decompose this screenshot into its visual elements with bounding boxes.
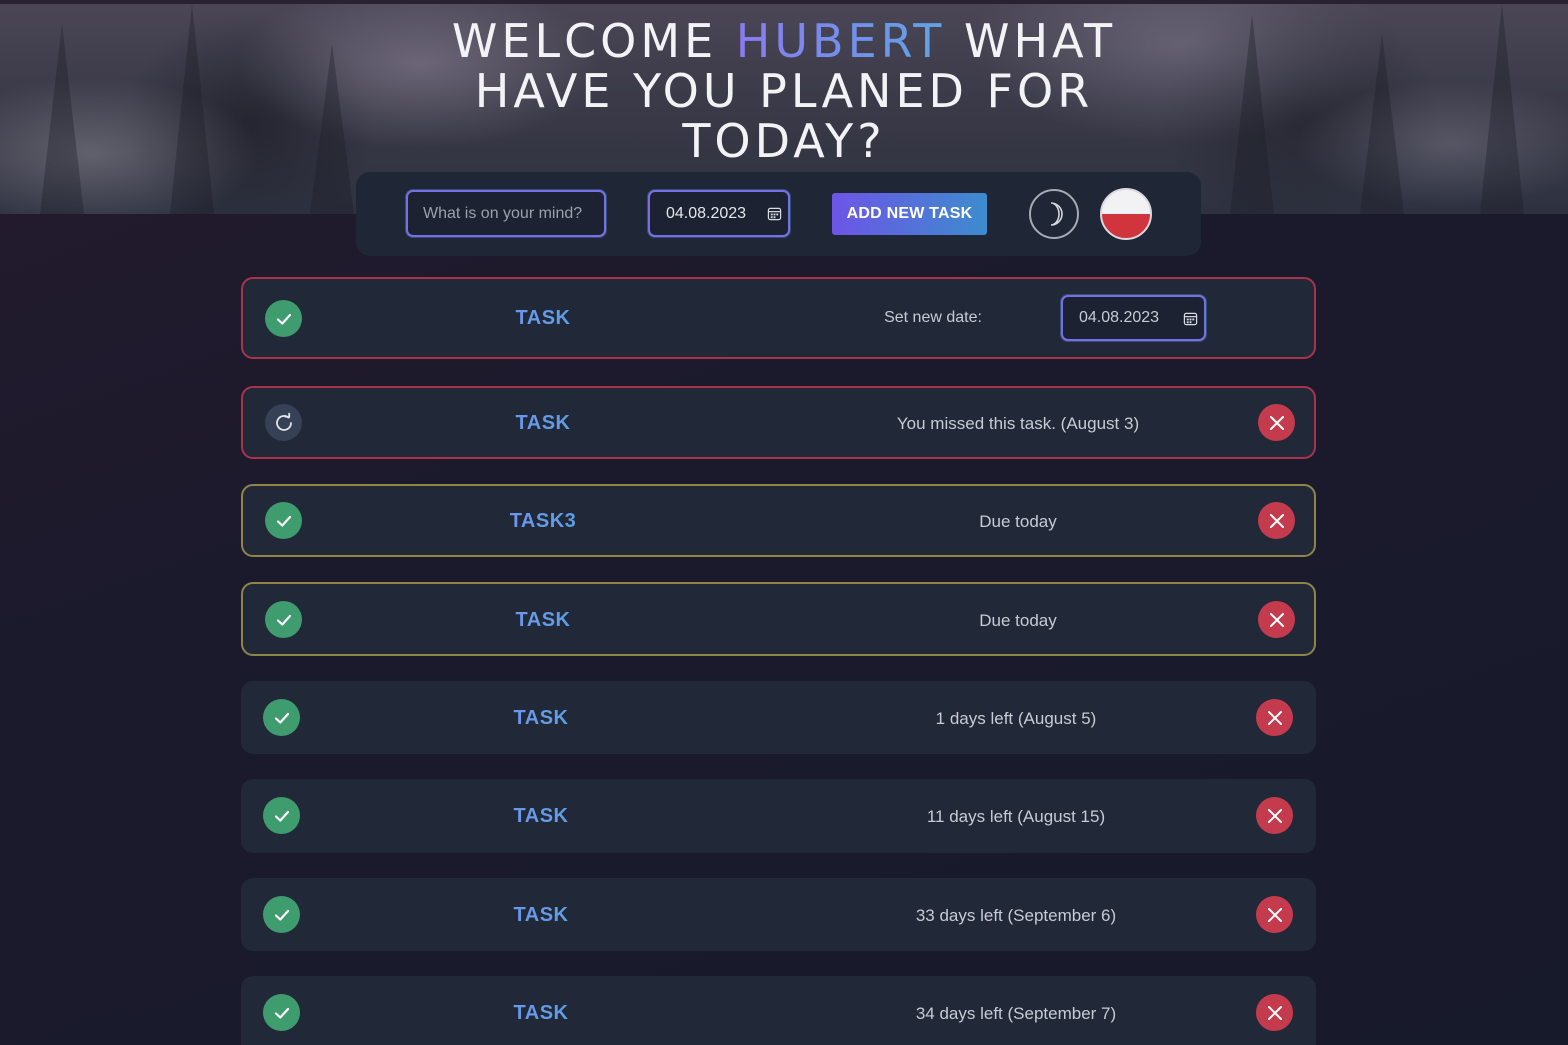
task-row: TASK 33 days left (September 6) — [241, 878, 1316, 951]
check-icon — [276, 313, 291, 325]
delete-task-button[interactable] — [1258, 404, 1295, 441]
moon-icon — [1050, 202, 1063, 226]
new-task-toolbar: What is on your mind? 04.08.2023 ADD NEW… — [356, 172, 1201, 256]
task-row: TASK 34 days left (September 7) — [241, 976, 1316, 1045]
user-name: HUBERT — [735, 14, 946, 68]
close-icon — [1269, 612, 1284, 627]
task-row: TASK 1 days left (August 5) — [241, 681, 1316, 754]
page-title: WELCOME HUBERT WHAT HAVE YOU PLANED FOR … — [0, 16, 1568, 166]
task-name: TASK — [441, 805, 641, 828]
title-line-1: WELCOME HUBERT WHAT — [451, 14, 1117, 68]
reschedule-task-button[interactable] — [265, 404, 302, 441]
task-row: TASK Due today — [241, 582, 1316, 656]
task-row: TASK 11 days left (August 15) — [241, 779, 1316, 853]
close-icon — [1267, 907, 1282, 922]
check-icon — [274, 909, 289, 921]
task-status: Due today — [979, 512, 1057, 531]
theme-toggle-button[interactable] — [1029, 189, 1079, 239]
title-line-2: HAVE YOU PLANED FOR — [474, 64, 1094, 118]
complete-task-button[interactable] — [263, 994, 300, 1031]
close-icon — [1267, 1005, 1282, 1020]
complete-task-button[interactable] — [265, 300, 302, 337]
title-line-3: TODAY? — [682, 114, 886, 168]
complete-task-button[interactable] — [265, 601, 302, 638]
close-icon — [1269, 513, 1284, 528]
task-name: TASK — [441, 1002, 641, 1025]
calendar-icon[interactable] — [767, 206, 782, 221]
task-name: TASK — [443, 609, 643, 632]
close-icon — [1267, 710, 1282, 725]
task-name: TASK — [443, 307, 643, 330]
task-name: TASK — [441, 707, 641, 730]
new-date-value: 04.08.2023 — [1079, 309, 1160, 326]
delete-task-button[interactable] — [1256, 994, 1293, 1031]
task-status: 34 days left (September 7) — [915, 1004, 1117, 1023]
check-icon — [276, 614, 291, 626]
date-input[interactable]: 04.08.2023 — [648, 190, 790, 237]
task-input[interactable]: What is on your mind? — [406, 190, 606, 237]
task-name: TASK — [443, 412, 643, 435]
add-new-task-button[interactable]: ADD NEW TASK — [832, 193, 987, 235]
check-icon — [274, 1007, 289, 1019]
task-name: TASK — [441, 904, 641, 927]
task-status: 1 days left (August 5) — [935, 709, 1097, 728]
complete-task-button[interactable] — [265, 502, 302, 539]
task-row: TASK3 Due today — [241, 484, 1316, 557]
set-new-date-label: Set new date: — [884, 309, 982, 326]
task-name: TASK3 — [443, 510, 643, 533]
refresh-icon — [275, 412, 292, 431]
calendar-icon[interactable] — [1183, 311, 1198, 326]
task-status: You missed this task. (August 3) — [896, 414, 1140, 433]
close-icon — [1269, 415, 1284, 430]
new-date-input[interactable]: 04.08.2023 — [1061, 295, 1206, 341]
task-status: 33 days left (September 6) — [915, 906, 1117, 925]
language-switch-button[interactable] — [1100, 188, 1152, 240]
delete-task-button[interactable] — [1256, 797, 1293, 834]
task-status: Due today — [979, 611, 1057, 630]
complete-task-button[interactable] — [263, 797, 300, 834]
check-icon — [274, 810, 289, 822]
date-input-value: 04.08.2023 — [666, 204, 747, 222]
task-status: 11 days left (August 15) — [926, 807, 1106, 826]
check-icon — [274, 712, 289, 724]
complete-task-button[interactable] — [263, 896, 300, 933]
check-icon — [276, 515, 291, 527]
task-row: TASK Set new date: 04.08.2023 — [241, 277, 1316, 359]
task-row: TASK You missed this task. (August 3) — [241, 386, 1316, 459]
delete-task-button[interactable] — [1256, 896, 1293, 933]
complete-task-button[interactable] — [263, 699, 300, 736]
delete-task-button[interactable] — [1256, 699, 1293, 736]
close-icon — [1267, 808, 1282, 823]
delete-task-button[interactable] — [1258, 502, 1295, 539]
delete-task-button[interactable] — [1258, 601, 1295, 638]
task-input-placeholder: What is on your mind? — [423, 204, 583, 222]
